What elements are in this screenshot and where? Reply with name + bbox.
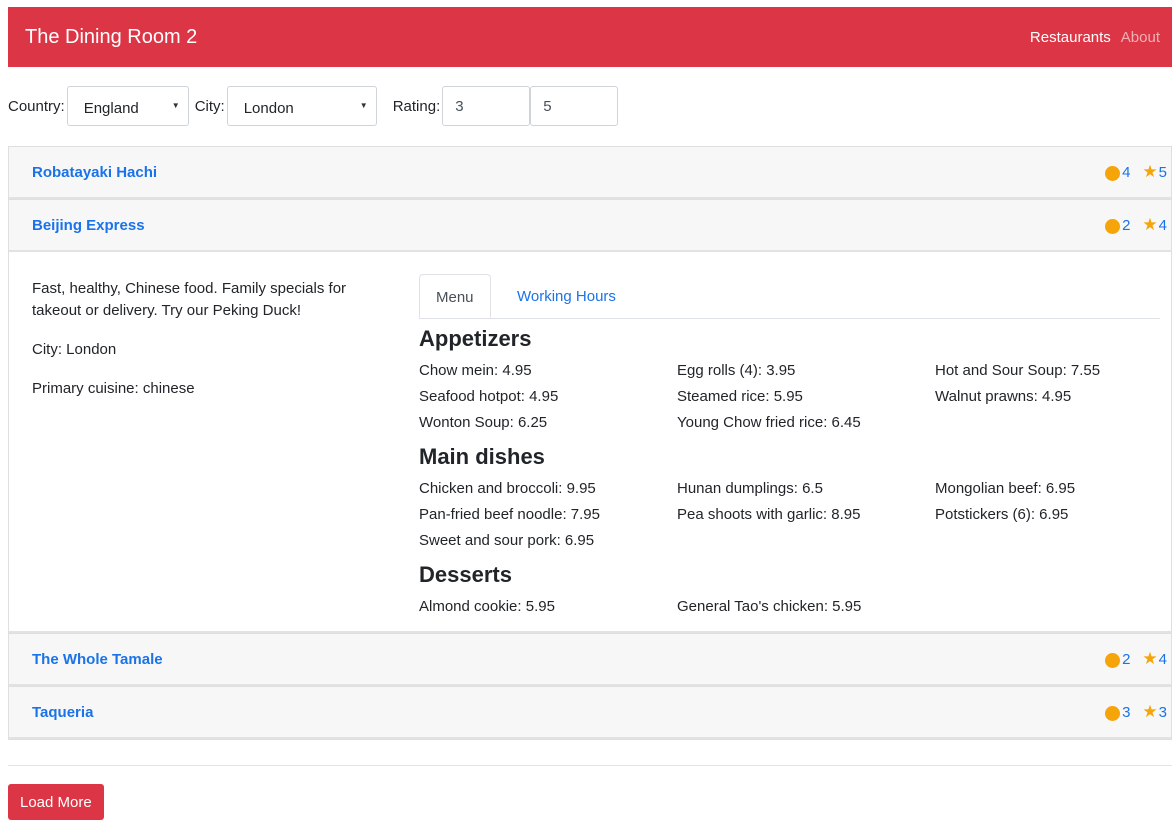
menu-item: Hunan dumplings: 6.5 bbox=[677, 480, 823, 497]
rating-max-input[interactable] bbox=[530, 86, 619, 126]
filter-bar: Country: England ▼ City: London ▼ Rating… bbox=[8, 86, 619, 126]
menu-item: Pea shoots with garlic: 8.95 bbox=[677, 506, 861, 523]
menu-section-title: Main dishes bbox=[419, 444, 545, 469]
restaurant-card: Robatayaki Hachi 4 ★ 5 bbox=[8, 146, 1172, 199]
city-value: London bbox=[243, 99, 294, 117]
restaurant-name[interactable]: Beijing Express bbox=[32, 217, 145, 234]
price-level: 2 bbox=[1122, 650, 1131, 668]
detail-tabs: Menu Working Hours bbox=[419, 274, 1160, 319]
rating-label: Rating: bbox=[392, 97, 441, 115]
menu-item: Mongolian beef: 6.95 bbox=[935, 480, 1076, 497]
menu-panel: Appetizers Chow mein: 4.95 Egg rolls (4)… bbox=[419, 318, 1160, 620]
restaurant-details: Fast, healthy, Chinese food. Family spec… bbox=[9, 252, 1171, 633]
rating-min-input[interactable] bbox=[442, 86, 531, 126]
star-icon: ★ bbox=[1142, 162, 1158, 181]
restaurant-card: Beijing Express 2 ★ 4 Fast, healthy, Chi… bbox=[8, 199, 1172, 633]
load-more-button[interactable]: Load More bbox=[8, 784, 104, 820]
restaurant-badges: 3 ★ 3 bbox=[1105, 702, 1167, 722]
country-select[interactable]: England ▼ bbox=[66, 86, 189, 126]
star-icon: ★ bbox=[1142, 215, 1158, 234]
menu-item: Walnut prawns: 4.95 bbox=[935, 388, 1072, 405]
menu-section-title: Appetizers bbox=[419, 326, 532, 351]
restaurant-name[interactable]: The Whole Tamale bbox=[32, 651, 163, 668]
restaurant-name[interactable]: Robatayaki Hachi bbox=[32, 164, 157, 181]
coin-icon bbox=[1105, 705, 1121, 721]
restaurant-card: Taqueria 3 ★ 3 bbox=[8, 686, 1172, 740]
restaurant-list: Robatayaki Hachi 4 ★ 5 Beijing Express 2… bbox=[8, 146, 1172, 740]
restaurant-info: Fast, healthy, Chinese food. Family spec… bbox=[32, 278, 392, 417]
restaurant-badges: 2 ★ 4 bbox=[1105, 649, 1167, 669]
menu-section-title: Desserts bbox=[419, 562, 512, 587]
menu-item: Steamed rice: 5.95 bbox=[677, 388, 803, 405]
restaurant-header[interactable]: Taqueria 3 ★ 3 bbox=[9, 687, 1171, 739]
nav-about[interactable]: About bbox=[1121, 29, 1160, 46]
menu-item: Almond cookie: 5.95 bbox=[419, 598, 555, 615]
menu-item: Hot and Sour Soup: 7.55 bbox=[935, 362, 1101, 379]
navbar: The Dining Room 2 Restaurants About bbox=[8, 7, 1172, 67]
rating-value: 3 bbox=[1158, 703, 1167, 721]
menu-item: Egg rolls (4): 3.95 bbox=[677, 362, 796, 379]
restaurant-header[interactable]: The Whole Tamale 2 ★ 4 bbox=[9, 634, 1171, 686]
tab-working-hours[interactable]: Working Hours bbox=[501, 274, 632, 318]
restaurant-header[interactable]: Beijing Express 2 ★ 4 bbox=[9, 200, 1171, 252]
restaurant-city: City: London bbox=[32, 341, 117, 358]
city-label: City: bbox=[194, 97, 225, 115]
menu-item: Wonton Soup: 6.25 bbox=[419, 414, 548, 431]
menu-item: Pan-fried beef noodle: 7.95 bbox=[419, 506, 600, 523]
country-label: Country: bbox=[8, 97, 65, 115]
menu-items: Almond cookie: 5.95 General Tao's chicke… bbox=[419, 594, 1160, 620]
rating-value: 4 bbox=[1158, 216, 1167, 234]
rating-value: 4 bbox=[1158, 650, 1167, 668]
restaurant-name[interactable]: Taqueria bbox=[32, 704, 93, 721]
restaurant-card: The Whole Tamale 2 ★ 4 bbox=[8, 633, 1172, 686]
nav-restaurants[interactable]: Restaurants bbox=[1030, 29, 1111, 46]
divider bbox=[8, 765, 1172, 766]
star-icon: ★ bbox=[1142, 702, 1158, 721]
menu-item: Potstickers (6): 6.95 bbox=[935, 506, 1069, 523]
coin-icon bbox=[1105, 165, 1121, 181]
tab-menu[interactable]: Menu bbox=[419, 274, 491, 318]
restaurant-header[interactable]: Robatayaki Hachi 4 ★ 5 bbox=[9, 147, 1171, 199]
menu-item: Chow mein: 4.95 bbox=[419, 362, 532, 379]
star-icon: ★ bbox=[1142, 649, 1158, 668]
restaurant-badges: 2 ★ 4 bbox=[1105, 215, 1167, 235]
city-select[interactable]: London ▼ bbox=[226, 86, 377, 126]
coin-icon bbox=[1105, 652, 1121, 668]
menu-item: Chicken and broccoli: 9.95 bbox=[419, 480, 596, 497]
caret-down-icon: ▼ bbox=[359, 101, 368, 110]
country-value: England bbox=[83, 99, 139, 117]
price-level: 4 bbox=[1122, 163, 1131, 181]
price-level: 2 bbox=[1122, 216, 1131, 234]
nav-links: Restaurants About bbox=[1030, 29, 1160, 46]
restaurant-cuisine: Primary cuisine: chinese bbox=[32, 380, 195, 397]
menu-item: General Tao's chicken: 5.95 bbox=[677, 598, 862, 615]
restaurant-description: Fast, healthy, Chinese food. Family spec… bbox=[32, 280, 347, 319]
menu-items: Chicken and broccoli: 9.95 Hunan dumplin… bbox=[419, 476, 1160, 554]
caret-down-icon: ▼ bbox=[171, 101, 180, 110]
menu-item: Seafood hotpot: 4.95 bbox=[419, 388, 559, 405]
menu-item: Young Chow fried rice: 6.45 bbox=[677, 414, 861, 431]
menu-items: Chow mein: 4.95 Egg rolls (4): 3.95 Hot … bbox=[419, 358, 1160, 436]
price-level: 3 bbox=[1122, 703, 1131, 721]
coin-icon bbox=[1105, 218, 1121, 234]
restaurant-badges: 4 ★ 5 bbox=[1105, 162, 1167, 182]
app-title[interactable]: The Dining Room 2 bbox=[25, 26, 197, 49]
rating-value: 5 bbox=[1158, 163, 1167, 181]
menu-item: Sweet and sour pork: 6.95 bbox=[419, 532, 595, 549]
